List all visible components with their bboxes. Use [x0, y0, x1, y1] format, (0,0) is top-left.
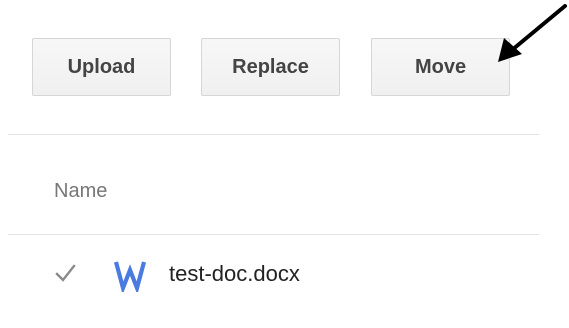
upload-button-label: Upload: [67, 55, 136, 78]
header-divider: [8, 234, 539, 235]
annotation-arrow-icon: [498, 4, 567, 62]
replace-button[interactable]: Replace: [201, 38, 340, 96]
word-document-icon: [113, 261, 147, 292]
file-name-link[interactable]: test-doc.docx: [169, 261, 300, 287]
file-row[interactable]: test-doc.docx: [0, 250, 569, 300]
toolbar-divider: [8, 134, 539, 135]
move-button-label: Move: [414, 55, 467, 78]
name-column-header: Name: [54, 180, 108, 202]
upload-button[interactable]: Upload: [32, 38, 171, 96]
file-manager-panel: Upload Replace Move Name test-doc.docx: [0, 0, 569, 328]
row-checkbox[interactable]: [54, 262, 76, 284]
replace-button-label: Replace: [232, 55, 309, 78]
